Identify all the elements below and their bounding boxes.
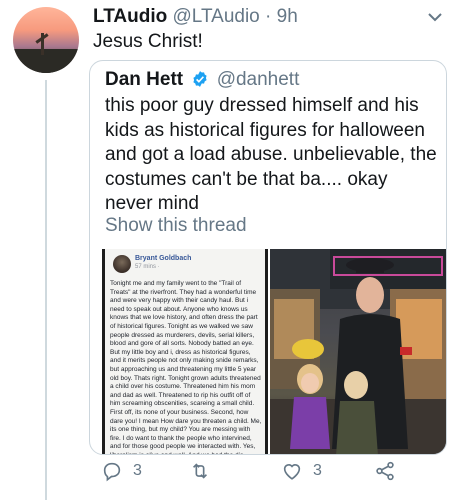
fb-avatar <box>113 255 131 273</box>
quoted-tweet[interactable]: Dan Hett @danhett this poor guy dressed … <box>89 60 447 455</box>
quote-text: this poor guy dressed himself and his ki… <box>105 95 437 214</box>
chevron-down-icon[interactable] <box>425 8 445 26</box>
share-button[interactable] <box>374 458 406 484</box>
fb-post-time: 57 mins · <box>135 264 160 270</box>
avatar-ground <box>13 49 79 73</box>
retweet-icon <box>192 463 208 479</box>
heart-icon <box>283 464 301 480</box>
like-count: 3 <box>313 462 322 479</box>
author-name[interactable]: LTAudio <box>93 6 167 27</box>
quote-header: Dan Hett @danhett <box>105 69 299 91</box>
reply-button[interactable]: 3 <box>101 458 142 484</box>
reply-icon <box>103 462 121 482</box>
costume-photo[interactable] <box>270 249 446 454</box>
show-thread-link[interactable]: Show this thread <box>105 215 247 237</box>
facebook-post-screenshot[interactable]: Bryant Goldbach 57 mins · Tonight me and… <box>102 249 268 454</box>
share-icon <box>376 461 394 481</box>
quote-author-handle: @danhett <box>216 69 300 90</box>
author-handle[interactable]: @LTAudio <box>173 6 260 27</box>
thread-line <box>45 80 47 500</box>
separator-dot: · <box>265 6 272 27</box>
like-button[interactable]: 3 <box>281 458 322 484</box>
retweet-button[interactable] <box>189 458 221 484</box>
fb-author-name: Bryant Goldbach <box>135 255 192 262</box>
verified-badge-icon <box>191 70 209 88</box>
tweet-time[interactable]: 9h <box>277 6 298 27</box>
quote-author-name: Dan Hett <box>105 69 184 90</box>
author-avatar[interactable] <box>13 7 79 73</box>
tweet-text: Jesus Christ! <box>93 31 203 52</box>
fb-post-text: Tonight me and my family went to the "Tr… <box>110 280 262 454</box>
tweet-actions: 3 3 <box>89 458 449 488</box>
tweet-header: LTAudio @LTAudio · 9h <box>93 6 298 28</box>
reply-count: 3 <box>133 462 142 479</box>
